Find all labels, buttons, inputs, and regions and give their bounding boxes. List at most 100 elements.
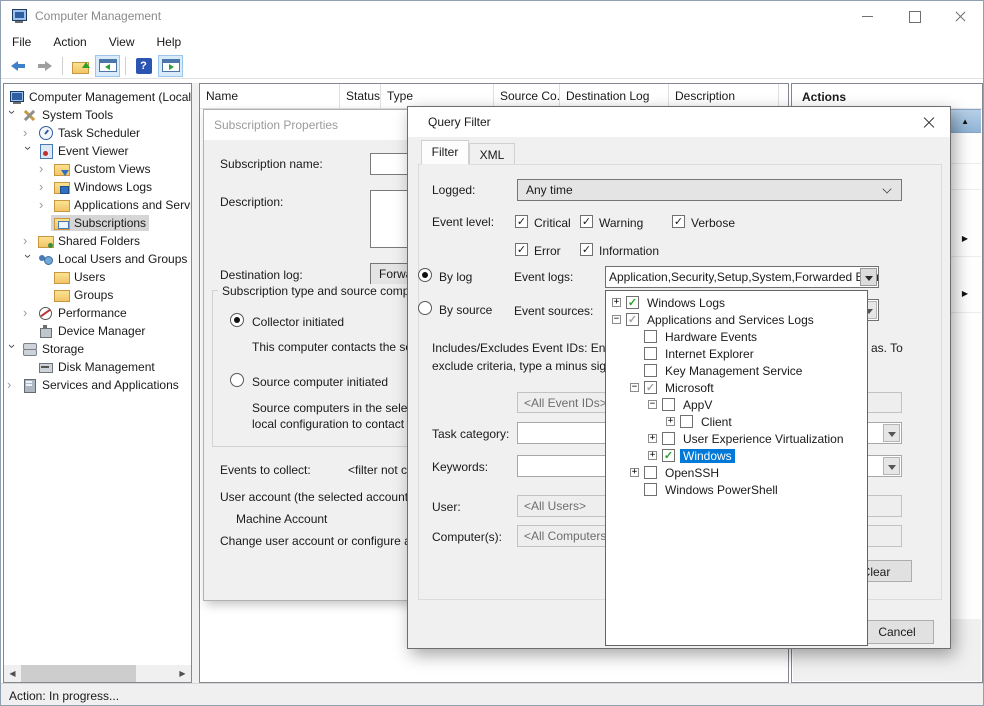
log-checkbox[interactable] bbox=[680, 415, 693, 428]
tree-item-content[interactable]: System Tools bbox=[19, 107, 116, 123]
tree-item-content[interactable]: Groups bbox=[51, 287, 116, 303]
chevron-collapsed-icon[interactable]: › bbox=[39, 198, 49, 212]
scroll-left-icon[interactable]: ◀ bbox=[4, 665, 21, 682]
chevron-expanded-icon[interactable]: › bbox=[5, 344, 19, 354]
log-tree-item-windows[interactable]: +✓Windows bbox=[648, 447, 867, 464]
by-source-radio[interactable] bbox=[418, 301, 432, 315]
checkbox-information[interactable]: ✓ bbox=[580, 243, 593, 256]
log-checkbox[interactable]: ✓ bbox=[644, 381, 657, 394]
tree-item-content[interactable]: Computer Management (Local) bbox=[6, 89, 192, 105]
pane-splitter[interactable] bbox=[192, 83, 199, 683]
tree-item-subscriptions[interactable]: Subscriptions bbox=[4, 214, 191, 232]
log-checkbox[interactable] bbox=[662, 432, 675, 445]
maximize-icon[interactable] bbox=[891, 1, 937, 31]
collapse-minus-icon[interactable]: − bbox=[612, 315, 621, 324]
tree-item-services-and-applications[interactable]: ›Services and Applications bbox=[4, 376, 191, 394]
tree-item-shared-folders[interactable]: ›Shared Folders bbox=[4, 232, 191, 250]
menu-item-view[interactable]: View bbox=[98, 32, 146, 52]
log-tree-item-applications-and-services-logs[interactable]: −✓Applications and Services Logs bbox=[612, 311, 867, 328]
log-checkbox[interactable] bbox=[644, 483, 657, 496]
checkbox-error[interactable]: ✓ bbox=[515, 243, 528, 256]
scrollbar-thumb[interactable] bbox=[21, 665, 136, 682]
column-header-source-co-[interactable]: Source Co... bbox=[494, 84, 560, 108]
tree-item-content[interactable]: Storage bbox=[19, 341, 87, 357]
log-checkbox[interactable]: ✓ bbox=[662, 449, 675, 462]
log-checkbox[interactable] bbox=[644, 330, 657, 343]
tree-item-storage[interactable]: ›Storage bbox=[4, 340, 191, 358]
menu-item-help[interactable]: Help bbox=[146, 32, 193, 52]
collapse-minus-icon[interactable]: − bbox=[630, 383, 639, 392]
tree-item-users[interactable]: Users bbox=[4, 268, 191, 286]
column-header-name[interactable]: Name bbox=[200, 84, 340, 108]
dropdown-button-icon[interactable] bbox=[883, 424, 900, 442]
log-tree-item-windows-powershell[interactable]: Windows PowerShell bbox=[630, 481, 867, 498]
chevron-expanded-icon[interactable]: › bbox=[21, 146, 35, 156]
chevron-collapsed-icon[interactable]: › bbox=[39, 162, 49, 176]
menu-item-action[interactable]: Action bbox=[42, 32, 97, 52]
tree-item-computer-management-local-[interactable]: Computer Management (Local) bbox=[4, 88, 191, 106]
tree-item-task-scheduler[interactable]: ›Task Scheduler bbox=[4, 124, 191, 142]
checkbox-verbose[interactable]: ✓ bbox=[672, 215, 685, 228]
column-header-type[interactable]: Type bbox=[381, 84, 494, 108]
tree-item-content[interactable]: Applications and Services Logs bbox=[51, 197, 192, 213]
checkbox-critical[interactable]: ✓ bbox=[515, 215, 528, 228]
checkbox-warning[interactable]: ✓ bbox=[580, 215, 593, 228]
tree-item-content[interactable]: Windows Logs bbox=[51, 179, 155, 195]
console-tree-toggle-button[interactable] bbox=[95, 55, 120, 77]
tree-item-device-manager[interactable]: Device Manager bbox=[4, 322, 191, 340]
help-button[interactable] bbox=[131, 55, 156, 77]
chevron-collapsed-icon[interactable]: › bbox=[7, 378, 17, 392]
tree-item-content[interactable]: Shared Folders bbox=[35, 233, 143, 249]
tree-item-event-viewer[interactable]: ›Event Viewer bbox=[4, 142, 191, 160]
minimize-icon[interactable] bbox=[845, 1, 891, 31]
tree-item-groups[interactable]: Groups bbox=[4, 286, 191, 304]
log-tree-item-openssh[interactable]: +OpenSSH bbox=[630, 464, 867, 481]
tree-item-content[interactable]: Local Users and Groups bbox=[35, 251, 190, 267]
dropdown-button-icon[interactable] bbox=[883, 457, 900, 475]
forward-button[interactable] bbox=[32, 55, 57, 77]
log-tree-item-microsoft[interactable]: −✓Microsoft bbox=[630, 379, 867, 396]
log-checkbox[interactable]: ✓ bbox=[626, 313, 639, 326]
expand-plus-icon[interactable]: + bbox=[648, 434, 657, 443]
tree-item-content[interactable]: Task Scheduler bbox=[35, 125, 143, 141]
dropdown-button-icon[interactable] bbox=[860, 268, 877, 286]
log-tree-item-hardware-events[interactable]: Hardware Events bbox=[630, 328, 867, 345]
tree-item-custom-views[interactable]: ›Custom Views bbox=[4, 160, 191, 178]
log-tree-item-key-management-service[interactable]: Key Management Service bbox=[630, 362, 867, 379]
logged-combo[interactable]: Any time bbox=[517, 179, 902, 201]
collapse-section-icon[interactable]: ▲ bbox=[961, 117, 969, 126]
scroll-right-icon[interactable]: ▶ bbox=[174, 665, 191, 682]
horizontal-scrollbar[interactable]: ◀ ▶ bbox=[4, 665, 191, 682]
action-pane-toggle-button[interactable] bbox=[158, 55, 183, 77]
log-checkbox[interactable] bbox=[644, 466, 657, 479]
log-tree-item-appv[interactable]: −AppV bbox=[648, 396, 867, 413]
by-log-radio[interactable] bbox=[418, 268, 432, 282]
tree-item-content[interactable]: Event Viewer bbox=[35, 143, 131, 159]
column-header-destination-log[interactable]: Destination Log bbox=[560, 84, 669, 108]
event-logs-combo[interactable]: Application,Security,Setup,System,Forwar… bbox=[605, 266, 879, 288]
log-tree-item-client[interactable]: +Client bbox=[666, 413, 867, 430]
column-header-description[interactable]: Description bbox=[669, 84, 779, 108]
tree-item-content[interactable]: Device Manager bbox=[35, 323, 148, 339]
chevron-expanded-icon[interactable]: › bbox=[5, 110, 19, 120]
log-checkbox[interactable]: ✓ bbox=[626, 296, 639, 309]
tab-filter[interactable]: Filter bbox=[421, 140, 469, 165]
tree-item-content[interactable]: Custom Views bbox=[51, 161, 153, 177]
collapse-minus-icon[interactable]: − bbox=[648, 400, 657, 409]
tree-item-system-tools[interactable]: ›System Tools bbox=[4, 106, 191, 124]
expand-plus-icon[interactable]: + bbox=[648, 451, 657, 460]
column-header-status[interactable]: Status bbox=[340, 84, 381, 108]
tree-item-windows-logs[interactable]: ›Windows Logs bbox=[4, 178, 191, 196]
tree-item-content[interactable]: Performance bbox=[35, 305, 130, 321]
collector-initiated-radio[interactable] bbox=[230, 313, 244, 327]
cancel-button[interactable]: Cancel bbox=[860, 620, 934, 644]
menu-item-file[interactable]: File bbox=[1, 32, 42, 52]
tree-item-disk-management[interactable]: Disk Management bbox=[4, 358, 191, 376]
tree-item-content[interactable]: Disk Management bbox=[35, 359, 158, 375]
log-tree-item-windows-logs[interactable]: +✓Windows Logs bbox=[612, 294, 867, 311]
expand-plus-icon[interactable]: + bbox=[666, 417, 675, 426]
tree-item-applications-and-services-logs[interactable]: ›Applications and Services Logs bbox=[4, 196, 191, 214]
log-checkbox[interactable] bbox=[644, 347, 657, 360]
chevron-expanded-icon[interactable]: › bbox=[21, 254, 35, 264]
flyout-arrow-icon[interactable]: ▶ bbox=[962, 289, 968, 298]
